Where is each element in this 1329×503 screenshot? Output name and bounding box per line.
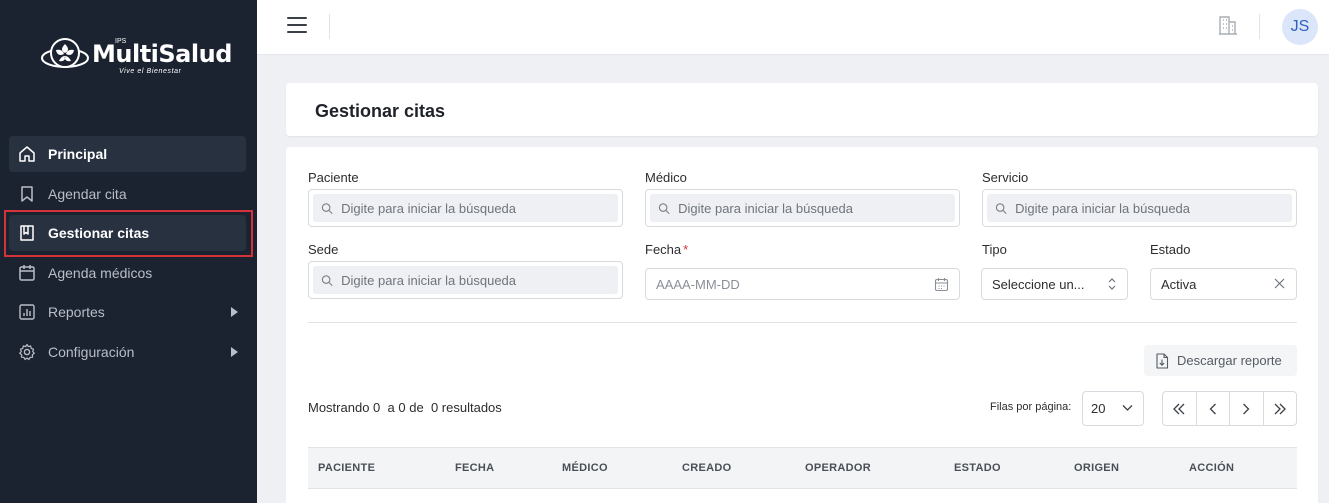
- divider: [329, 14, 330, 39]
- download-report-label: Descargar reporte: [1177, 353, 1282, 368]
- download-report-button[interactable]: Descargar reporte: [1144, 345, 1297, 376]
- tipo-select-value: Seleccione un...: [992, 276, 1085, 292]
- sidebar-item-label: Principal: [48, 146, 108, 162]
- chart-icon: [17, 302, 37, 322]
- home-icon: [17, 144, 37, 164]
- first-page-button[interactable]: [1163, 392, 1197, 425]
- fecha-input[interactable]: [656, 276, 896, 292]
- medico-search-field[interactable]: [645, 189, 960, 227]
- sede-search-field[interactable]: [308, 261, 623, 299]
- flower-logo-icon: [41, 38, 89, 68]
- page-title: Gestionar citas: [315, 101, 446, 121]
- estado-label: Estado: [1150, 242, 1191, 257]
- calendar-icon: [17, 263, 37, 283]
- rows-per-page-label: Filas por página:: [990, 401, 1072, 413]
- results-to-word: a: [387, 400, 395, 415]
- sede-label: Sede: [308, 242, 339, 257]
- caret-right-icon: [231, 307, 238, 317]
- search-icon: [995, 202, 1007, 214]
- double-chevron-left-icon: [1173, 403, 1185, 414]
- building-icon[interactable]: [1217, 14, 1239, 41]
- bookmark-icon: [17, 184, 37, 204]
- avatar[interactable]: JS: [1282, 9, 1318, 45]
- rows-per-page-value: 20: [1091, 401, 1106, 416]
- double-chevron-right-icon: [1274, 403, 1286, 414]
- sidebar-item-agenda-medicos[interactable]: Agenda médicos: [9, 255, 246, 291]
- search-icon: [321, 274, 333, 286]
- topbar: JS: [257, 0, 1329, 55]
- medico-label: Médico: [645, 170, 687, 185]
- tipo-select[interactable]: Seleccione un...: [981, 268, 1128, 300]
- caret-right-icon: [231, 346, 238, 357]
- brand-tagline: Vive el Bienestar: [119, 68, 182, 75]
- column-header-fecha[interactable]: FECHA: [455, 462, 494, 474]
- results-total: 0: [430, 400, 439, 415]
- sidebar-item-label: Reportes: [48, 304, 105, 320]
- paciente-search-input[interactable]: [341, 200, 618, 216]
- clear-icon[interactable]: [1273, 277, 1286, 290]
- divider: [1259, 14, 1260, 39]
- filters-card: Paciente Médico Servicio Sede Fecha* Tip…: [286, 147, 1318, 503]
- sort-chevrons-icon: [1108, 278, 1116, 290]
- tipo-label: Tipo: [982, 242, 1007, 257]
- column-header-paciente[interactable]: PACIENTE: [318, 462, 375, 474]
- file-download-icon: [1156, 352, 1169, 369]
- chevron-left-icon: [1209, 403, 1216, 414]
- search-icon: [658, 202, 670, 214]
- estado-select[interactable]: Activa: [1150, 268, 1297, 300]
- results-summary: Mostrando 0 a 0 de 0 resultados: [308, 400, 502, 415]
- brand-logo[interactable]: IPS MultiSalud Vive el Bienestar: [40, 36, 232, 80]
- results-from: 0: [373, 400, 381, 415]
- table-header: PACIENTE FECHA MÉDICO CREADO OPERADOR ES…: [308, 447, 1297, 489]
- sidebar: IPS MultiSalud Vive el Bienestar Princip…: [0, 0, 257, 503]
- fecha-label-text: Fecha: [645, 242, 682, 257]
- sidebar-item-label: Agendar cita: [48, 185, 127, 202]
- servicio-search-input[interactable]: [1015, 200, 1292, 216]
- divider: [308, 322, 1297, 323]
- medico-search-input[interactable]: [678, 200, 955, 216]
- sidebar-item-reportes[interactable]: Reportes: [9, 294, 246, 330]
- chevron-right-icon: [1243, 403, 1250, 414]
- previous-page-button[interactable]: [1197, 392, 1230, 425]
- results-prefix: Mostrando: [308, 400, 370, 415]
- rows-per-page-select[interactable]: 20: [1082, 391, 1144, 426]
- next-page-button[interactable]: [1230, 392, 1264, 425]
- pagination-controls: [1162, 391, 1297, 426]
- servicio-label: Servicio: [982, 170, 1029, 185]
- sidebar-item-principal[interactable]: Principal: [9, 136, 246, 172]
- required-mark: *: [683, 242, 689, 257]
- servicio-search-field[interactable]: [982, 189, 1297, 227]
- sidebar-item-agendar-cita[interactable]: Agendar cita: [9, 176, 246, 212]
- column-header-medico[interactable]: MÉDICO: [562, 462, 608, 474]
- sidebar-item-label: Configuración: [48, 343, 135, 360]
- estado-select-value: Activa: [1161, 276, 1197, 292]
- gear-icon: [17, 342, 37, 362]
- results-of-word: de: [409, 400, 424, 415]
- calendar-icon[interactable]: [934, 277, 949, 292]
- chevron-down-icon: [1122, 405, 1133, 411]
- column-header-estado[interactable]: ESTADO: [954, 462, 1001, 474]
- results-suffix: resultados: [441, 400, 502, 415]
- fecha-label: Fecha *: [645, 242, 688, 257]
- brand-name: MultiSalud: [92, 40, 232, 68]
- title-card: Gestionar citas: [286, 83, 1318, 136]
- paciente-search-field[interactable]: [308, 189, 623, 227]
- sede-search-input[interactable]: [341, 272, 618, 288]
- column-header-operador[interactable]: OPERADOR: [805, 462, 871, 474]
- menu-toggle-button[interactable]: [287, 17, 307, 35]
- column-header-accion[interactable]: ACCIÓN: [1189, 462, 1234, 474]
- fecha-field[interactable]: [645, 268, 960, 300]
- sidebar-item-label: Agenda médicos: [48, 264, 153, 281]
- sidebar-item-configuracion[interactable]: Configuración: [9, 334, 246, 370]
- column-header-creado[interactable]: CREADO: [682, 462, 731, 474]
- last-page-button[interactable]: [1264, 392, 1297, 425]
- column-header-origen[interactable]: ORIGEN: [1074, 462, 1119, 474]
- results-to: 0: [398, 400, 406, 415]
- selection-highlight: [4, 210, 253, 257]
- search-icon: [321, 202, 333, 214]
- paciente-label: Paciente: [308, 170, 359, 185]
